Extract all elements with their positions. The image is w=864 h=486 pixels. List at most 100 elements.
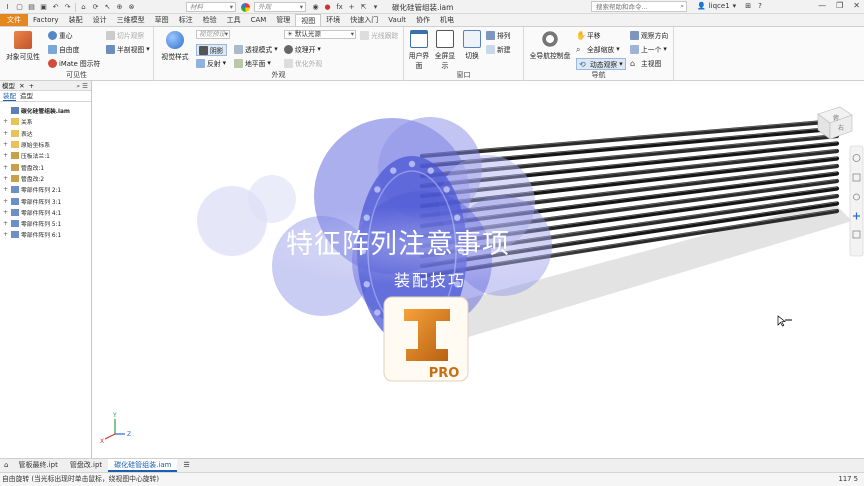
cancel-icon[interactable]: ⊗ [127, 3, 136, 12]
viewcube[interactable]: 俯 右 [817, 106, 853, 140]
full-nav-wheel-button[interactable]: 全导航控制盘 [528, 30, 572, 60]
tree-node[interactable]: + 表达 [0, 128, 91, 139]
lighting-combo[interactable]: ☀ 默认光源 ▾ [284, 30, 356, 39]
tab-6[interactable]: 标注 [174, 14, 198, 26]
tab-12[interactable]: 环境 [321, 14, 345, 26]
reflection-button[interactable]: 反射 ▾ [196, 58, 226, 68]
tab-0[interactable]: 文件 [0, 14, 28, 26]
doc-tab-1[interactable]: 管板最终.ipt [12, 459, 63, 472]
tab-13[interactable]: 快速入门 [345, 14, 383, 26]
doc-tab-3[interactable]: 碳化硅管组装.iam [108, 459, 178, 472]
tab-8[interactable]: 工具 [222, 14, 246, 26]
dof-button[interactable]: 自由度 [48, 44, 79, 54]
appearance-ball-icon[interactable] [241, 3, 250, 12]
home-view-button[interactable]: ⌂ 主视图 [630, 58, 661, 69]
ground-plane-button[interactable]: 地平面 ▾ [234, 58, 271, 68]
close-icon[interactable]: ✕ [19, 82, 24, 90]
home-tab-icon[interactable]: ⌂ [0, 459, 12, 472]
expand-icon[interactable]: + [3, 175, 9, 182]
close-icon[interactable]: ✕ [853, 1, 860, 10]
imate-glyph-button[interactable]: iMate 图示符 [48, 58, 100, 68]
app-menu-icon[interactable]: I [3, 3, 12, 12]
parameters-icon[interactable]: fx [335, 3, 344, 12]
color-override-icon[interactable]: ● [323, 3, 332, 12]
tree-node[interactable]: + 零部件阵列 3:1 [0, 195, 91, 206]
tree-node[interactable]: + 管盘改:2 [0, 173, 91, 184]
expand-icon[interactable]: + [3, 198, 9, 205]
optimize-appearance-button[interactable]: 优化外观 [284, 58, 322, 68]
tree-node[interactable]: + 零部件阵列 4:1 [0, 207, 91, 218]
expand-icon[interactable]: + [3, 231, 9, 238]
expand-icon[interactable]: + [3, 209, 9, 216]
expand-icon[interactable]: + [3, 130, 9, 137]
tab-7[interactable]: 检验 [198, 14, 222, 26]
tab-3[interactable]: 设计 [88, 14, 112, 26]
arrange-button[interactable]: 排列 [486, 30, 511, 40]
measure-icon[interactable]: ⊕ [115, 3, 124, 12]
shadow-button[interactable]: 阴影 [196, 44, 227, 56]
expand-icon[interactable]: + [3, 141, 9, 148]
search-icon[interactable]: ⌕ [76, 82, 80, 90]
tree-node[interactable]: + 零部件阵列 5:1 [0, 218, 91, 229]
full-screen-button[interactable]: 全屏显示 [432, 30, 458, 70]
dropdown-icon[interactable]: ▾ [371, 3, 380, 12]
tree-node[interactable]: + 压板法兰:1 [0, 150, 91, 161]
tab-10[interactable]: 管理 [271, 14, 295, 26]
tab-list-icon[interactable]: ☰ [177, 459, 195, 472]
switch-button[interactable]: 切换 [462, 30, 482, 60]
tab-11[interactable]: 视图 [295, 14, 322, 26]
doc-tab-2[interactable]: 管盘改.ipt [64, 459, 108, 472]
tree-node[interactable]: + 关系 [0, 116, 91, 127]
center-of-gravity-button[interactable]: 重心 [48, 30, 73, 40]
browser-tab-modeling[interactable]: 造型 [20, 91, 33, 101]
tab-5[interactable]: 草图 [150, 14, 174, 26]
expand-icon[interactable]: + [3, 220, 9, 227]
ray-tracing-button[interactable]: 光线跟踪 [360, 30, 398, 40]
tab-1[interactable]: Factory [28, 14, 64, 26]
pan-button[interactable]: ✋ 平移 [576, 30, 601, 41]
texture-on-button[interactable]: 纹理开 ▾ [284, 44, 321, 54]
update-icon[interactable]: ⟳ [91, 3, 100, 12]
minimize-icon[interactable]: — [818, 1, 826, 10]
save-icon[interactable]: ▣ [39, 3, 48, 12]
object-visibility-button[interactable]: 对象可见性 [4, 31, 42, 61]
orbit-button[interactable]: ⟲ 动态观察 ▾ [576, 58, 626, 70]
slice-view-button[interactable]: 切片观察 [106, 30, 144, 40]
zoom-all-button[interactable]: ⌕ 全部缩放 ▾ [576, 44, 620, 55]
open-file-icon[interactable]: ▤ [27, 3, 36, 12]
tree-node[interactable]: + 零部件阵列 2:1 [0, 184, 91, 195]
user-interface-button[interactable]: 用户界面 [408, 30, 430, 70]
visual-preset-combo[interactable]: 视觉预设 ▾ [196, 30, 230, 39]
restore-icon[interactable]: ❐ [836, 1, 843, 10]
appearance-combo[interactable]: 外观 ▾ [254, 2, 306, 12]
browser-tab-assembly[interactable]: 装配 [3, 91, 16, 101]
add-icon[interactable]: + [347, 3, 356, 12]
clear-override-icon[interactable]: ◉ [311, 3, 320, 12]
material-combo[interactable]: 材料 ▾ [186, 2, 236, 12]
redo-icon[interactable]: ↷ [63, 3, 72, 12]
tab-4[interactable]: 三维模型 [112, 14, 150, 26]
visual-style-button[interactable]: 视觉样式 [159, 31, 191, 61]
expand-icon[interactable]: + [3, 186, 9, 193]
perspective-button[interactable]: 透视模式 ▾ [234, 44, 278, 54]
tab-14[interactable]: Vault [383, 14, 411, 26]
half-section-button[interactable]: 半剖视图 ▾ [106, 44, 150, 54]
home-icon[interactable]: ⌂ [79, 3, 88, 12]
tab-2[interactable]: 装配 [64, 14, 88, 26]
menu-icon[interactable]: ☰ [82, 82, 88, 90]
tree-node[interactable]: 碳化硅管组装.iam [0, 105, 91, 116]
new-window-button[interactable]: 新建 [486, 44, 511, 54]
expand-icon[interactable]: + [3, 164, 9, 171]
expand-icon[interactable]: + [3, 118, 9, 125]
expand-icon[interactable]: + [3, 152, 9, 159]
export-icon[interactable]: ⇱ [359, 3, 368, 12]
tree-node[interactable]: + 管盘改:1 [0, 161, 91, 172]
tree-node[interactable]: + 零部件阵列 6:1 [0, 229, 91, 240]
tab-15[interactable]: 协作 [411, 14, 435, 26]
previous-view-button[interactable]: 上一个 ▾ [630, 44, 667, 54]
select-icon[interactable]: ↖ [103, 3, 112, 12]
new-file-icon[interactable]: ▢ [15, 3, 24, 12]
undo-icon[interactable]: ↶ [51, 3, 60, 12]
search-input[interactable]: 搜索帮助和命令... ⌕ [591, 1, 687, 12]
graphics-viewport[interactable]: 特征阵列注意事项 装配技巧 I PRO 俯 右 [92, 81, 864, 458]
